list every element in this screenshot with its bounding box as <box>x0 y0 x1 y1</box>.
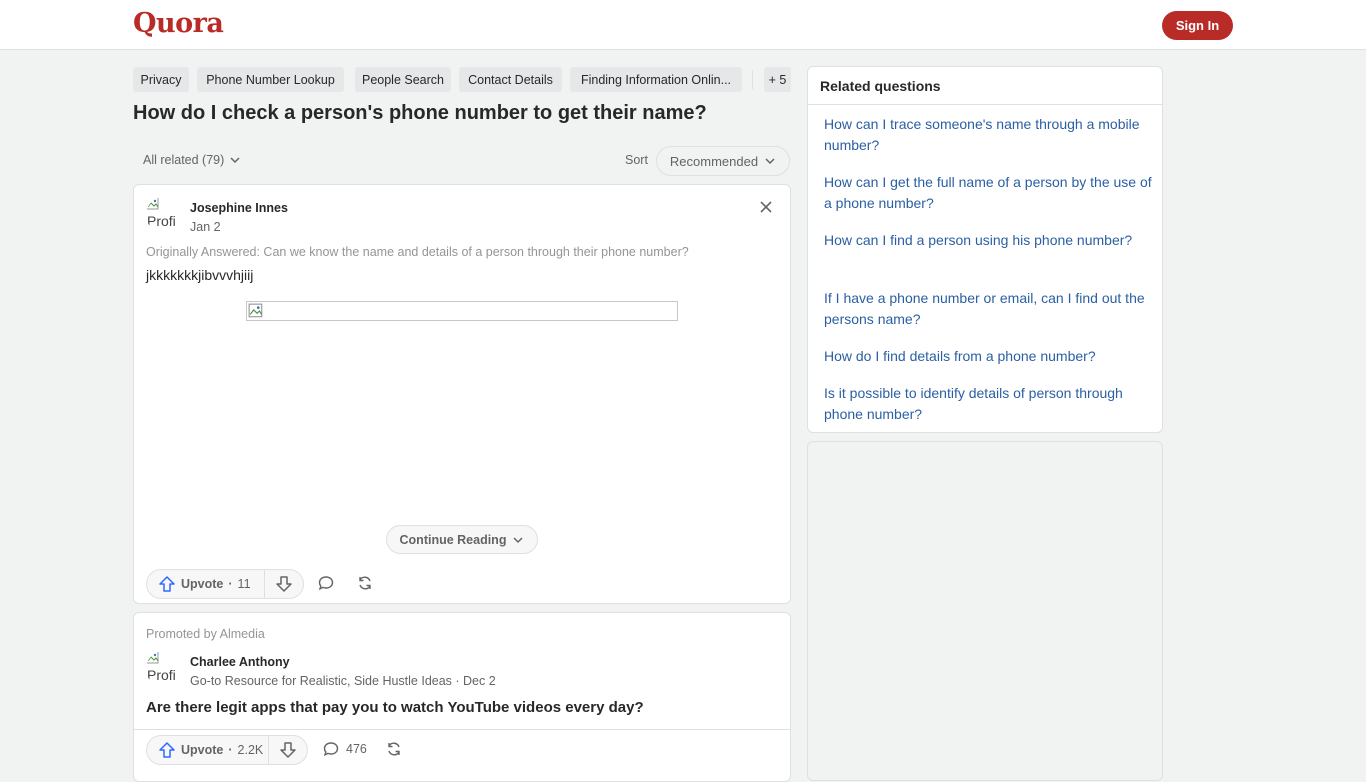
share-button[interactable] <box>356 574 374 592</box>
dot-separator: · <box>228 743 233 757</box>
related-question-link[interactable]: Is it possible to identify details of pe… <box>824 383 1154 425</box>
avatar-alt-text: Profi <box>147 213 176 229</box>
all-related-label: All related (79) <box>143 153 225 167</box>
avatar-alt-text: Profi <box>147 667 176 683</box>
broken-image-icon <box>146 197 159 210</box>
downvote-button[interactable] <box>269 736 307 764</box>
sort-label: Sort <box>625 153 648 167</box>
avatar[interactable]: Profi <box>146 651 182 687</box>
related-question-link[interactable]: How can I trace someone's name through a… <box>824 114 1154 156</box>
broken-image-icon <box>146 651 159 664</box>
author-credential[interactable]: Go-to Resource for Realistic, Side Hustl… <box>190 674 496 688</box>
related-question-link[interactable]: How can I get the full name of a person … <box>824 172 1154 214</box>
chip-divider <box>752 70 753 89</box>
comment-button[interactable] <box>317 574 335 592</box>
ad-placeholder <box>807 441 1163 781</box>
answer-date[interactable]: Jan 2 <box>190 220 221 234</box>
share-button[interactable] <box>385 740 403 758</box>
upvote-count: 2.2K <box>237 743 264 757</box>
continue-reading-label: Continue Reading <box>399 532 507 547</box>
promoted-question-title[interactable]: Are there legit apps that pay you to wat… <box>146 699 644 716</box>
comment-icon <box>323 742 339 757</box>
top-header: Quora Sign In <box>0 0 1366 50</box>
upvote-arrow-icon <box>159 742 175 758</box>
promoted-action-bar: Upvote · 2.2K 476 <box>134 729 790 770</box>
dot-separator: · <box>228 577 233 591</box>
upvote-arrow-icon <box>159 576 175 592</box>
question-title: How do I check a person's phone number t… <box>133 102 707 124</box>
all-related-dropdown[interactable]: All related (79) <box>143 153 241 167</box>
topic-chip[interactable]: Phone Number Lookup <box>197 67 344 92</box>
answer-image <box>246 301 678 321</box>
topic-chip[interactable]: Privacy <box>133 67 189 92</box>
author-name[interactable]: Josephine Innes <box>190 201 288 215</box>
topic-chip[interactable]: People Search <box>355 67 451 92</box>
vote-group: Upvote · 2.2K <box>146 735 308 765</box>
downvote-button[interactable] <box>265 570 303 598</box>
related-question-link[interactable]: How can I find a person using his phone … <box>824 230 1154 251</box>
share-icon <box>388 742 400 756</box>
answer-text: jkkkkkkkjibvvvhjiij <box>146 267 254 283</box>
more-topics-chip[interactable]: + 5 <box>764 67 791 92</box>
sign-in-button[interactable]: Sign In <box>1162 11 1233 40</box>
topic-chip[interactable]: Contact Details <box>459 67 562 92</box>
chevron-down-icon <box>230 157 240 164</box>
promoted-card: Promoted by Almedia Profi Charlee Anthon… <box>133 612 791 782</box>
related-questions-panel: Related questions How can I trace someon… <box>807 66 1163 433</box>
downvote-arrow-icon <box>276 576 292 592</box>
quora-logo[interactable]: Quora <box>133 8 224 39</box>
avatar[interactable]: Profi <box>146 197 182 233</box>
sort-dropdown[interactable]: Recommended <box>656 146 790 176</box>
upvote-label: Upvote <box>181 577 224 591</box>
comment-button[interactable]: 476 <box>322 740 367 758</box>
divider <box>808 104 1162 105</box>
related-question-link[interactable]: How do I find details from a phone numbe… <box>824 346 1154 367</box>
topic-chip[interactable]: Finding Information Onlin... <box>570 67 742 92</box>
upvote-count: 11 <box>237 577 251 591</box>
vote-group: Upvote · 11 <box>146 569 304 599</box>
broken-image-icon <box>248 303 263 318</box>
chevron-down-icon <box>765 158 775 165</box>
share-icon <box>359 576 371 590</box>
related-questions-heading: Related questions <box>820 78 941 94</box>
continue-reading-button[interactable]: Continue Reading <box>386 525 538 554</box>
comment-count: 476 <box>346 742 367 756</box>
originally-answered[interactable]: Originally Answered: Can we know the nam… <box>146 245 689 259</box>
answer-card: Profi Josephine Innes Jan 2 Originally A… <box>133 184 791 604</box>
downvote-arrow-icon <box>280 742 296 758</box>
upvote-label: Upvote <box>181 743 224 757</box>
sort-value: Recommended <box>669 153 759 169</box>
promoted-label[interactable]: Promoted by Almedia <box>146 627 265 641</box>
chevron-down-icon <box>513 536 523 543</box>
upvote-button[interactable]: Upvote · 2.2K <box>147 736 268 764</box>
author-name[interactable]: Charlee Anthony <box>190 655 290 669</box>
upvote-button[interactable]: Upvote · 11 <box>147 570 264 598</box>
close-icon[interactable] <box>756 197 776 217</box>
related-question-link[interactable]: If I have a phone number or email, can I… <box>824 288 1154 330</box>
comment-icon <box>318 576 334 591</box>
